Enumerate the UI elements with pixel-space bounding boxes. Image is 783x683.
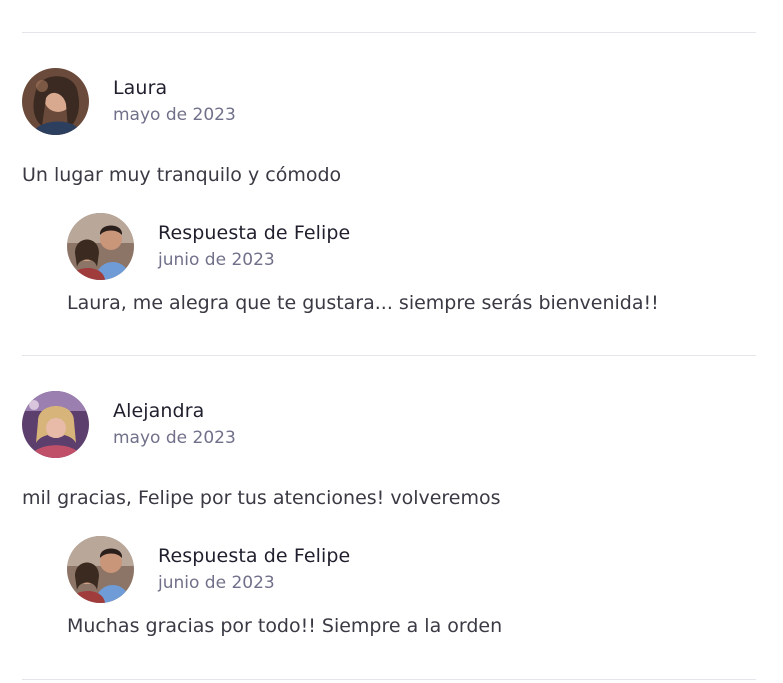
reviews-page: Laura mayo de 2023 Un lugar muy tranquil… — [0, 0, 783, 683]
reply-title: Respuesta de Felipe — [158, 222, 351, 244]
review-text: mil gracias, Felipe por tus atenciones! … — [22, 487, 501, 509]
divider — [22, 32, 756, 33]
reviewer-name: Alejandra — [113, 400, 205, 422]
reviewer-name: Laura — [113, 77, 168, 99]
review-header: Alejandra mayo de 2023 — [22, 390, 756, 458]
divider — [22, 355, 756, 356]
reply-text: Laura, me alegra que te gustara... siemp… — [67, 292, 659, 314]
divider — [22, 679, 756, 680]
reviewer-avatar[interactable] — [22, 390, 89, 458]
host-reply: Respuesta de Felipe junio de 2023 Muchas… — [67, 535, 756, 639]
host-avatar[interactable] — [67, 212, 134, 280]
review-date: mayo de 2023 — [113, 105, 236, 125]
reply-header: Respuesta de Felipe junio de 2023 — [67, 535, 756, 603]
reply-header: Respuesta de Felipe junio de 2023 — [67, 212, 756, 280]
user-photo-icon — [22, 67, 89, 135]
review-date: mayo de 2023 — [113, 428, 236, 448]
review-header: Laura mayo de 2023 — [22, 67, 756, 135]
user-photo-icon — [22, 390, 89, 458]
host-photo-icon — [67, 535, 134, 603]
host-reply: Respuesta de Felipe junio de 2023 Laura,… — [67, 212, 756, 316]
reply-title: Respuesta de Felipe — [158, 545, 351, 567]
reply-date: junio de 2023 — [158, 250, 275, 270]
reviewer-avatar[interactable] — [22, 67, 89, 135]
reply-text: Muchas gracias por todo!! Siempre a la o… — [67, 615, 503, 637]
review-text: Un lugar muy tranquilo y cómodo — [22, 164, 342, 186]
reply-date: junio de 2023 — [158, 573, 275, 593]
host-avatar[interactable] — [67, 535, 134, 603]
review-card: Alejandra mayo de 2023 mil gracias, Feli… — [22, 390, 756, 639]
host-photo-icon — [67, 212, 134, 280]
review-card: Laura mayo de 2023 Un lugar muy tranquil… — [22, 67, 756, 316]
